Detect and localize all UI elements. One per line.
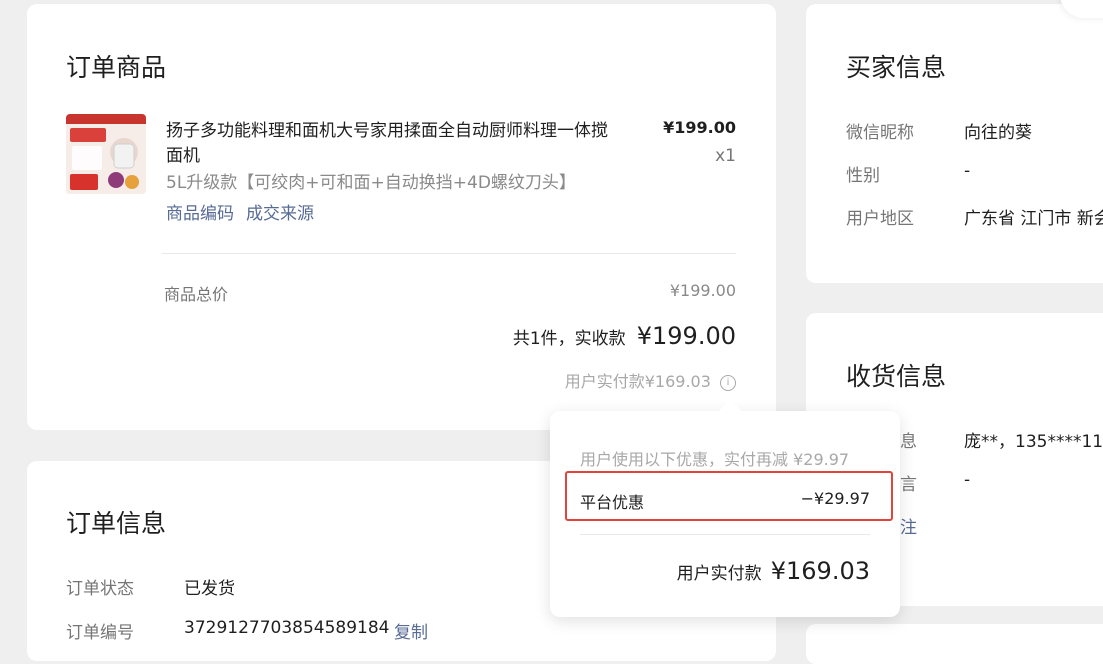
product-quantity: x1 xyxy=(715,146,736,166)
summary-prefix: 共1件，实收款 xyxy=(512,329,626,349)
user-paid-hint[interactable]: 用户实付款¥169.03 i xyxy=(565,368,736,392)
popover-final-label: 用户实付款 xyxy=(676,564,762,584)
popover-divider xyxy=(580,534,870,535)
deal-source-link[interactable]: 成交来源 xyxy=(246,199,314,224)
product-name-line1[interactable]: 扬子多功能料理和面机大号家用揉面全自动厨师料理一体搅 xyxy=(166,116,608,141)
receiver-value: 庞**，135****1111 xyxy=(964,432,1103,452)
summary-row: 共1件，实收款 ¥199.00 xyxy=(513,322,736,350)
goods-total-label: 商品总价 xyxy=(164,285,229,304)
product-name-line2[interactable]: 面机 xyxy=(166,141,200,166)
nickname-value: 向往的葵 xyxy=(964,123,1032,143)
platform-discount-label: 平台优惠 xyxy=(580,493,645,512)
gender-label: 性别 xyxy=(846,166,880,186)
order-number-value: 3729127703854589184 xyxy=(184,618,390,638)
region-label: 用户地区 xyxy=(846,209,914,229)
product-thumbnail[interactable] xyxy=(66,114,146,194)
order-info-title: 订单信息 xyxy=(66,509,167,538)
order-status-value: 已发货 xyxy=(184,579,235,599)
message-value: - xyxy=(964,470,971,490)
buyer-info-title: 买家信息 xyxy=(846,53,947,82)
popover-final-row: 用户实付款 ¥169.03 xyxy=(677,557,870,585)
note-link-partial[interactable]: 注 xyxy=(900,513,917,538)
divider xyxy=(162,253,736,254)
user-paid-hint-text: 用户实付款¥169.03 xyxy=(564,372,711,391)
order-goods-title: 订单商品 xyxy=(66,53,167,82)
shipping-info-title: 收货信息 xyxy=(846,362,947,391)
popover-intro: 用户使用以下优惠，实付再减 ¥29.97 xyxy=(580,450,850,469)
order-status-label: 订单状态 xyxy=(66,579,134,599)
info-circle-icon[interactable]: i xyxy=(720,374,736,391)
popover-final-value: ¥169.03 xyxy=(770,557,870,585)
bottom-right-card xyxy=(806,624,1103,664)
product-image xyxy=(66,114,146,194)
message-label-partial: 言 xyxy=(900,475,917,495)
platform-discount-value: −¥29.97 xyxy=(800,489,870,508)
product-spec: 5L升级款【可绞肉+可和面+自动换挡+4D螺纹刀头】 xyxy=(166,173,576,193)
receiver-label-partial: 息 xyxy=(900,432,917,452)
order-number-label: 订单编号 xyxy=(66,623,134,643)
region-value: 广东省 江门市 新会 xyxy=(964,209,1103,229)
buyer-info-card xyxy=(806,4,1103,283)
gender-value: - xyxy=(964,161,971,181)
sku-code-link[interactable]: 商品编码 xyxy=(166,199,234,224)
product-price: ¥199.00 xyxy=(663,118,736,137)
nickname-label: 微信昵称 xyxy=(846,123,914,143)
copy-order-number-link[interactable]: 复制 xyxy=(394,618,428,643)
goods-total-value: ¥199.00 xyxy=(669,281,736,300)
summary-amount: ¥199.00 xyxy=(636,322,736,350)
